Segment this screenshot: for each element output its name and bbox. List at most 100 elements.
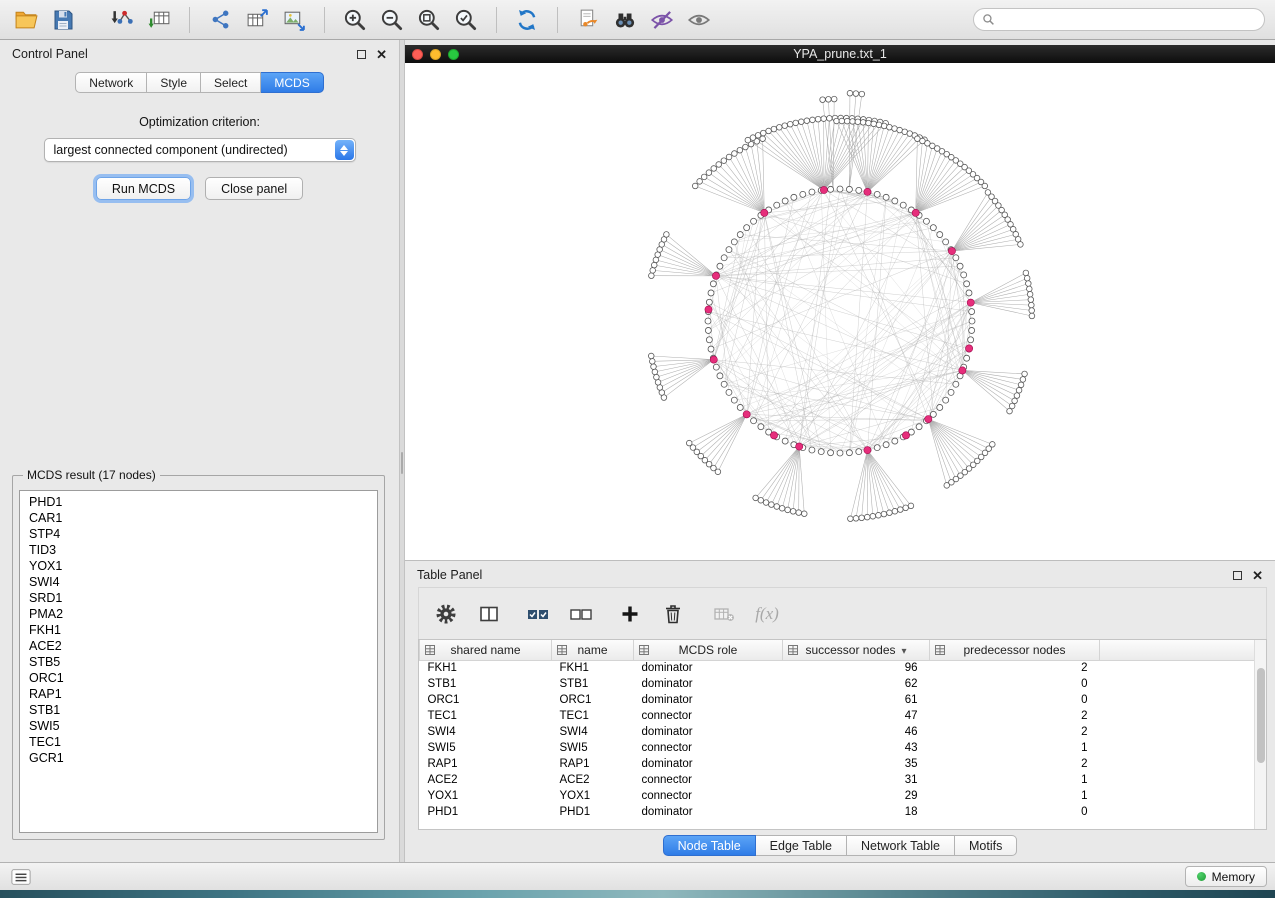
table-row[interactable]: FKH1 FKH1 dominator 96 2 <box>420 660 1267 676</box>
table-row[interactable]: ACE2 ACE2 connector 31 1 <box>420 772 1267 788</box>
import-table-button[interactable] <box>143 5 175 35</box>
cell-mcds-role[interactable]: dominator <box>634 724 783 740</box>
tab-network-table[interactable]: Network Table <box>847 835 955 856</box>
save-session-button[interactable] <box>47 5 79 35</box>
hide-details-button[interactable] <box>646 5 678 35</box>
create-column-button[interactable] <box>617 601 643 627</box>
cell-successor-nodes[interactable]: 96 <box>783 660 930 676</box>
tab-node-table[interactable]: Node Table <box>663 835 756 856</box>
search-network-button[interactable] <box>609 5 641 35</box>
criterion-select[interactable]: largest connected component (undirected) <box>44 138 356 162</box>
cell-shared-name[interactable]: YOX1 <box>420 788 552 804</box>
table-row[interactable]: ORC1 ORC1 dominator 61 0 <box>420 692 1267 708</box>
open-session-button[interactable] <box>10 5 42 35</box>
mcds-result-node[interactable]: YOX1 <box>20 558 377 574</box>
cell-mcds-role[interactable]: dominator <box>634 804 783 820</box>
new-network-button[interactable] <box>204 5 236 35</box>
mcds-result-node[interactable]: STP4 <box>20 526 377 542</box>
delete-table-button[interactable] <box>711 601 737 627</box>
column-header-mcds-role[interactable]: MCDS role <box>634 640 783 660</box>
column-header-name[interactable]: name <box>552 640 634 660</box>
cell-shared-name[interactable]: SWI5 <box>420 740 552 756</box>
cell-name[interactable]: SWI4 <box>552 724 634 740</box>
zoom-selected-button[interactable] <box>450 5 482 35</box>
function-builder-button[interactable]: f(x) <box>754 601 780 627</box>
tab-edge-table[interactable]: Edge Table <box>756 835 847 856</box>
cell-shared-name[interactable]: RAP1 <box>420 756 552 772</box>
publish-document-button[interactable] <box>572 5 604 35</box>
mcds-result-node[interactable]: SWI5 <box>20 718 377 734</box>
cell-successor-nodes[interactable]: 43 <box>783 740 930 756</box>
cell-successor-nodes[interactable]: 35 <box>783 756 930 772</box>
mcds-result-node[interactable]: ACE2 <box>20 638 377 654</box>
cell-shared-name[interactable]: TEC1 <box>420 708 552 724</box>
mcds-result-node[interactable]: SRD1 <box>20 590 377 606</box>
scrollbar-thumb[interactable] <box>1257 668 1265 763</box>
mcds-result-list[interactable]: PHD1CAR1STP4TID3YOX1SWI4SRD1PMA2FKH1ACE2… <box>19 490 378 833</box>
cell-successor-nodes[interactable]: 18 <box>783 804 930 820</box>
cell-name[interactable]: FKH1 <box>552 660 634 676</box>
cell-mcds-role[interactable]: dominator <box>634 660 783 676</box>
mcds-result-node[interactable]: SWI4 <box>20 574 377 590</box>
deselect-all-rows-button[interactable] <box>568 601 594 627</box>
column-header-shared-name[interactable]: shared name <box>420 640 552 660</box>
cell-predecessor-nodes[interactable]: 2 <box>930 660 1100 676</box>
cell-name[interactable]: PHD1 <box>552 804 634 820</box>
cell-predecessor-nodes[interactable]: 1 <box>930 772 1100 788</box>
close-panel-icon[interactable]: ✕ <box>376 48 387 61</box>
search-box[interactable] <box>973 8 1265 31</box>
mcds-result-node[interactable]: PMA2 <box>20 606 377 622</box>
cell-mcds-role[interactable]: connector <box>634 772 783 788</box>
cell-predecessor-nodes[interactable]: 2 <box>930 756 1100 772</box>
table-row[interactable]: SWI4 SWI4 dominator 46 2 <box>420 724 1267 740</box>
zoom-out-button[interactable] <box>376 5 408 35</box>
tab-motifs[interactable]: Motifs <box>955 835 1017 856</box>
select-all-rows-button[interactable] <box>525 601 551 627</box>
cell-name[interactable]: RAP1 <box>552 756 634 772</box>
cell-name[interactable]: ACE2 <box>552 772 634 788</box>
cell-shared-name[interactable]: SWI4 <box>420 724 552 740</box>
mcds-result-node[interactable]: STB1 <box>20 702 377 718</box>
table-row[interactable]: RAP1 RAP1 dominator 35 2 <box>420 756 1267 772</box>
mcds-result-node[interactable]: STB5 <box>20 654 377 670</box>
tab-select[interactable]: Select <box>201 72 261 93</box>
table-row[interactable]: YOX1 YOX1 connector 29 1 <box>420 788 1267 804</box>
mcds-result-node[interactable]: TID3 <box>20 542 377 558</box>
tab-mcds[interactable]: MCDS <box>261 72 323 93</box>
memory-button[interactable]: Memory <box>1185 866 1267 887</box>
float-panel-icon[interactable] <box>1233 571 1242 580</box>
cell-predecessor-nodes[interactable]: 0 <box>930 804 1100 820</box>
run-mcds-button[interactable]: Run MCDS <box>96 177 191 200</box>
column-header-predecessor-nodes[interactable]: predecessor nodes <box>930 640 1100 660</box>
export-image-button[interactable] <box>278 5 310 35</box>
cell-predecessor-nodes[interactable]: 1 <box>930 740 1100 756</box>
cell-predecessor-nodes[interactable]: 2 <box>930 724 1100 740</box>
network-window-titlebar[interactable]: YPA_prune.txt_1 <box>405 45 1275 63</box>
import-network-button[interactable] <box>106 5 138 35</box>
cell-name[interactable]: YOX1 <box>552 788 634 804</box>
network-graph[interactable] <box>405 63 1275 560</box>
table-row[interactable]: TEC1 TEC1 connector 47 2 <box>420 708 1267 724</box>
zoom-in-button[interactable] <box>339 5 371 35</box>
table-row[interactable]: PHD1 PHD1 dominator 18 0 <box>420 804 1267 820</box>
tab-network[interactable]: Network <box>75 72 147 93</box>
cell-successor-nodes[interactable]: 46 <box>783 724 930 740</box>
show-panels-menu-button[interactable] <box>8 864 34 890</box>
cell-successor-nodes[interactable]: 29 <box>783 788 930 804</box>
table-scrollbar[interactable] <box>1254 640 1266 829</box>
show-columns-button[interactable] <box>476 601 502 627</box>
export-table-button[interactable] <box>241 5 273 35</box>
cell-shared-name[interactable]: STB1 <box>420 676 552 692</box>
cell-successor-nodes[interactable]: 31 <box>783 772 930 788</box>
mcds-result-node[interactable]: ORC1 <box>20 670 377 686</box>
zoom-fit-button[interactable] <box>413 5 445 35</box>
mcds-result-node[interactable]: PHD1 <box>20 494 377 510</box>
cell-predecessor-nodes[interactable]: 0 <box>930 692 1100 708</box>
show-details-button[interactable] <box>683 5 715 35</box>
apply-layout-button[interactable] <box>511 5 543 35</box>
cell-mcds-role[interactable]: connector <box>634 708 783 724</box>
cell-shared-name[interactable]: FKH1 <box>420 660 552 676</box>
close-panel-icon[interactable]: ✕ <box>1252 569 1263 582</box>
cell-predecessor-nodes[interactable]: 2 <box>930 708 1100 724</box>
cell-shared-name[interactable]: ORC1 <box>420 692 552 708</box>
